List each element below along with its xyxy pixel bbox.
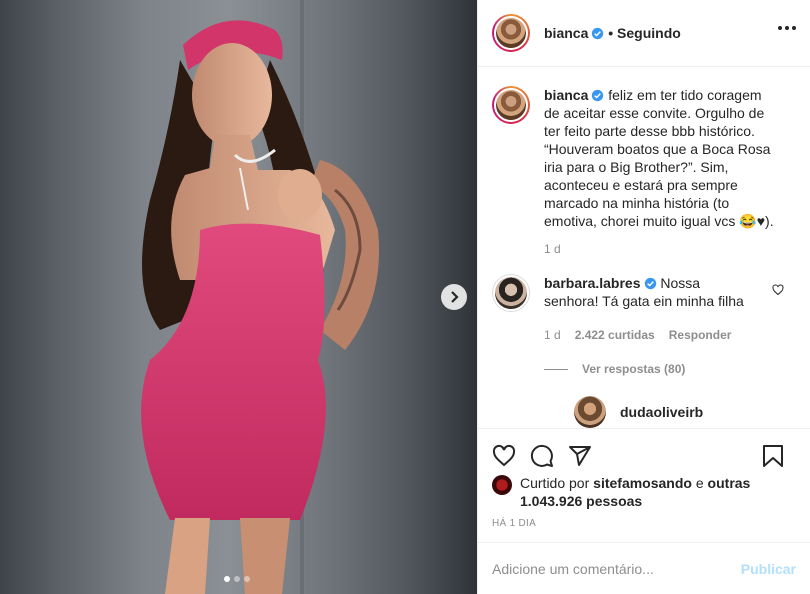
chevron-right-icon xyxy=(451,291,459,303)
post-header: bianca • Seguindo xyxy=(478,0,810,67)
comment-likes[interactable]: 2.422 curtidas xyxy=(575,328,655,342)
commenter-username[interactable]: barbara.labres xyxy=(544,275,641,291)
comment-time: 1 d xyxy=(544,328,561,342)
comment-text: barbara.labres Nossa senhora! Tá gata ei… xyxy=(544,274,758,312)
caption-body: feliz em ter tido coragem de aceitar ess… xyxy=(544,87,774,229)
view-replies[interactable]: Ver respostas (80) xyxy=(544,362,796,376)
post-actions xyxy=(478,428,810,472)
caption-time: 1 d xyxy=(544,242,561,256)
likes-connector: e xyxy=(695,475,704,491)
likes-text: Curtido por sitefamosando e outras 1.043… xyxy=(520,474,796,510)
post-photo[interactable] xyxy=(0,0,477,594)
likes-prefix: Curtido por xyxy=(520,475,590,491)
heart-icon[interactable] xyxy=(492,444,516,468)
liker-avatar[interactable] xyxy=(492,475,512,495)
more-icon xyxy=(778,26,782,30)
caption-avatar[interactable] xyxy=(492,86,530,124)
carousel-dot xyxy=(244,576,250,582)
carousel-indicator xyxy=(224,576,250,582)
follow-status[interactable]: • Seguindo xyxy=(608,25,681,41)
save-icon[interactable] xyxy=(762,444,784,468)
post-time[interactable]: HÁ 1 DIA xyxy=(492,518,536,529)
view-replies-label[interactable]: Ver respostas (80) xyxy=(582,362,685,376)
caption: bianca feliz em ter tido coragem de acei… xyxy=(492,86,796,256)
reply-item: dudaoliveirb xyxy=(574,396,796,428)
verified-icon xyxy=(644,277,656,290)
author-avatar[interactable] xyxy=(492,14,530,52)
comment-like-icon[interactable] xyxy=(772,284,784,296)
comment-icon[interactable] xyxy=(530,444,554,468)
carousel-dot xyxy=(224,576,230,582)
reply-username[interactable]: dudaoliveirb xyxy=(620,404,703,420)
liker-username[interactable]: sitefamosando xyxy=(593,475,692,491)
comment-meta: 1 d 2.422 curtidas Responder xyxy=(544,328,796,342)
comments-section[interactable]: bianca feliz em ter tido coragem de acei… xyxy=(478,68,810,428)
likes-summary: Curtido por sitefamosando e outras 1.043… xyxy=(492,474,796,510)
next-photo-button[interactable] xyxy=(441,284,467,310)
share-icon[interactable] xyxy=(568,444,592,468)
carousel-dot xyxy=(234,576,240,582)
verified-icon xyxy=(592,89,604,102)
post-side-panel: bianca • Seguindo bianca feliz em ter ti… xyxy=(477,0,810,594)
publish-button[interactable]: Publicar xyxy=(741,561,796,577)
caption-text: bianca feliz em ter tido coragem de acei… xyxy=(544,86,780,230)
verified-icon xyxy=(592,27,604,40)
comment-item: barbara.labres Nossa senhora! Tá gata ei… xyxy=(492,274,796,312)
author-line: bianca • Seguindo xyxy=(544,25,681,41)
caption-username[interactable]: bianca xyxy=(544,87,588,103)
post-dialog: bianca • Seguindo bianca feliz em ter ti… xyxy=(0,0,810,594)
add-comment-bar: Adicione um comentário... Publicar xyxy=(478,542,810,594)
author-username[interactable]: bianca xyxy=(544,25,588,41)
comment-input[interactable]: Adicione um comentário... xyxy=(492,561,741,577)
more-options-button[interactable] xyxy=(778,26,796,30)
replies-divider xyxy=(544,368,568,370)
commenter-avatar[interactable] xyxy=(492,274,530,312)
photo-illustration xyxy=(141,0,380,594)
reply-avatar[interactable] xyxy=(574,396,606,428)
reply-button[interactable]: Responder xyxy=(669,328,732,342)
